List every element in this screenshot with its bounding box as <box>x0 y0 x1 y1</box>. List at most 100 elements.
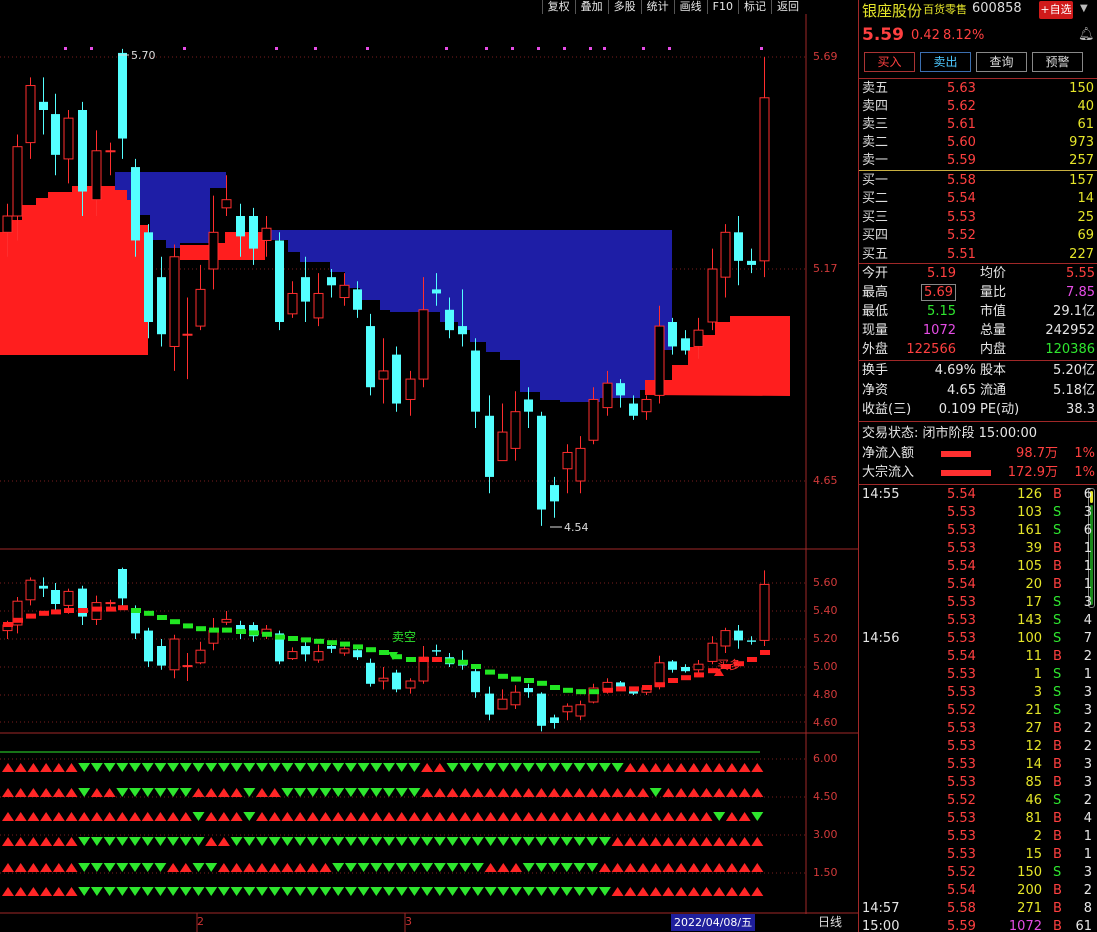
stock-header: 银座股份 百货零售 600858 +自选 ▼ <box>859 0 1097 20</box>
industry-tag[interactable]: 百货零售 <box>923 1 967 17</box>
up-triangle <box>497 863 510 872</box>
down-triangle <box>408 837 421 846</box>
chevron-down-icon[interactable]: ▼ <box>1080 3 1088 14</box>
down-triangle <box>751 812 764 821</box>
flow-row: 大宗流入 172.9万 1% <box>859 463 1097 482</box>
tick-time: 14:55 <box>862 487 900 502</box>
down-triangle <box>243 837 256 846</box>
tick-side: B <box>1053 919 1062 932</box>
bid-row[interactable]: 买四 5.52 69 <box>859 227 1097 245</box>
up-triangle <box>700 887 713 896</box>
tick-row: 5.53 85 B 3 <box>859 774 1092 792</box>
up-triangle <box>637 788 649 797</box>
up-triangle <box>522 812 535 821</box>
up-triangle <box>725 863 738 872</box>
down-triangle <box>344 863 357 872</box>
bid-row[interactable]: 买五 5.51 227 <box>859 246 1097 264</box>
bid-row[interactable]: 买三 5.53 25 <box>859 209 1097 227</box>
sub-candle-up <box>720 630 731 647</box>
down-triangle <box>103 863 116 872</box>
ribbon-segment <box>445 658 455 664</box>
down-triangle <box>598 837 611 846</box>
ribbon-segment <box>301 637 311 643</box>
up-triangle <box>700 763 713 772</box>
toolbar-button[interactable]: 标记 <box>738 0 771 14</box>
bid-row[interactable]: 买二 5.54 14 <box>859 190 1097 208</box>
tick-row: 5.53 15 B 1 <box>859 846 1092 864</box>
up-triangle <box>738 887 751 896</box>
up-triangle <box>433 788 446 797</box>
sub-candle-up <box>221 618 232 623</box>
up-triangle <box>548 812 561 821</box>
down-triangle <box>611 763 624 772</box>
buy-button[interactable]: 买入 <box>864 52 915 72</box>
up-triangle <box>268 788 281 797</box>
up-triangle <box>90 788 103 797</box>
ask-row[interactable]: 卖一 5.59 257 <box>859 152 1097 170</box>
up-triangle <box>637 812 649 821</box>
up-triangle <box>408 812 421 821</box>
tick-row: 5.53 103 S 3 <box>859 504 1092 522</box>
query-button[interactable]: 查询 <box>976 52 1027 72</box>
sell-button[interactable]: 卖出 <box>920 52 971 72</box>
down-triangle <box>357 863 370 872</box>
kline-chart-area[interactable]: 复权 叠加 多股 统计 画线 F10 标记 返回 5.69 5.17 4.65 5.60 5.… <box>0 0 858 932</box>
ask-row[interactable]: 卖三 5.61 61 <box>859 116 1097 134</box>
ask-row[interactable]: 卖二 5.60 973 <box>859 134 1097 152</box>
toolbar-button[interactable]: 统计 <box>640 0 674 14</box>
toolbar-button[interactable]: 叠加 <box>574 0 608 14</box>
down-triangle <box>510 887 522 896</box>
stat-row: 最低 5.15 市值 29.1亿 <box>859 302 1097 321</box>
toolbar-button[interactable]: 多股 <box>607 0 641 14</box>
bid-row[interactable]: 买一 5.58 157 <box>859 172 1097 190</box>
up-triangle <box>40 863 53 872</box>
ask-row[interactable]: 卖四 5.62 40 <box>859 98 1097 116</box>
up-triangle <box>687 837 700 846</box>
bid-volume: 227 <box>1069 246 1094 262</box>
up-triangle <box>662 812 675 821</box>
toolbar-button[interactable]: 复权 <box>541 0 575 14</box>
up-triangle <box>687 788 700 797</box>
period-selector[interactable]: 日线 <box>818 914 842 930</box>
ribbon-segment <box>406 657 416 662</box>
up-triangle <box>725 812 738 821</box>
down-triangle <box>446 837 459 846</box>
stat-value: 5.69 <box>921 284 956 301</box>
up-triangle <box>217 837 230 846</box>
up-triangle <box>700 837 713 846</box>
up-triangle <box>27 837 40 846</box>
bid-label: 买二 <box>862 191 889 207</box>
kline-chart[interactable] <box>0 0 858 932</box>
cursor-date: 2022/04/08/五 <box>671 914 756 931</box>
add-favorite-button[interactable]: +自选 <box>1039 1 1073 19</box>
up-triangle <box>738 837 751 846</box>
bid-label: 买三 <box>862 209 889 225</box>
tick-price: 5.53 <box>947 667 976 682</box>
up-triangle <box>738 812 751 821</box>
up-triangle <box>675 763 688 772</box>
tick-side: B <box>1053 901 1062 916</box>
signal-dot <box>589 47 592 50</box>
alert-button[interactable]: 预警 <box>1032 52 1083 72</box>
up-triangle <box>205 812 218 821</box>
toolbar-button[interactable]: 画线 <box>673 0 707 14</box>
price-summary: 5.59 0.42 8.12% 🔔︎ <box>859 25 1097 46</box>
up-triangle <box>167 863 180 872</box>
up-triangle <box>294 863 307 872</box>
sub-candle-down <box>39 585 48 589</box>
toolbar-button[interactable]: 返回 <box>771 0 804 14</box>
ask-row[interactable]: 卖五 5.63 150 <box>859 80 1097 98</box>
sub-candle-up <box>287 651 298 660</box>
up-triangle <box>27 863 40 872</box>
up-triangle <box>243 863 256 872</box>
up-triangle <box>65 863 78 872</box>
ribbon-segment <box>563 687 573 693</box>
up-triangle <box>27 887 40 896</box>
ribbon-segment <box>39 610 49 616</box>
sub-candle-up <box>169 638 180 671</box>
bell-icon[interactable]: 🔔︎ <box>1078 27 1095 42</box>
toolbar-button[interactable]: F10 <box>706 0 738 14</box>
down-triangle <box>256 763 268 772</box>
candle-up <box>562 451 573 470</box>
up-triangle <box>14 763 27 772</box>
